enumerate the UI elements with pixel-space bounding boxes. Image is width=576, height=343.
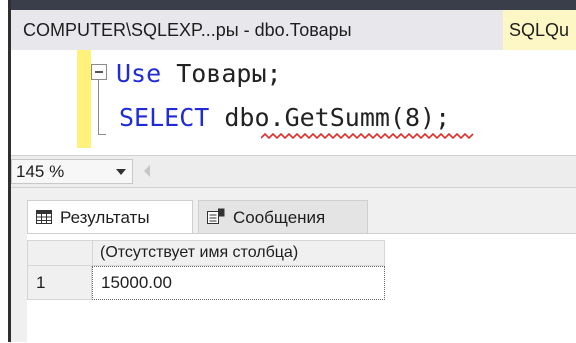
messages-icon xyxy=(207,202,225,235)
code-text: dbo.GetSumm(8); xyxy=(209,103,451,132)
tab-messages-label: Сообщения xyxy=(233,208,326,227)
zoom-value: 145 % xyxy=(16,162,65,181)
outline-guide xyxy=(98,80,99,134)
tab-results-label: Результаты xyxy=(60,208,150,227)
code-line-2: SELECT dbo.GetSumm(8); xyxy=(119,103,450,133)
tab-messages[interactable]: Сообщения xyxy=(198,200,368,233)
chevron-down-icon[interactable] xyxy=(116,169,126,175)
grid-icon xyxy=(36,202,52,235)
code-text: Товары; xyxy=(161,59,282,88)
change-tracking-margin xyxy=(77,50,91,148)
keyword-select: SELECT xyxy=(119,103,210,132)
collapse-icon[interactable] xyxy=(91,64,107,80)
zoom-bar: 145 % xyxy=(11,155,576,188)
code-line-1: Use Товары; xyxy=(116,59,282,89)
column-header[interactable]: (Отсутствует имя столбца) xyxy=(92,240,385,266)
results-pane: Результаты Сообщения (Отсутствует имя ст… xyxy=(11,188,576,343)
results-grid: (Отсутствует имя столбца) 1 15000.00 xyxy=(27,233,576,343)
grid-corner[interactable] xyxy=(27,240,92,266)
error-squiggle xyxy=(261,132,474,140)
result-cell[interactable]: 15000.00 xyxy=(92,266,385,300)
tab-sqlquery[interactable]: SQLQu xyxy=(503,10,576,50)
query-editor[interactable]: Use Товары; SELECT dbo.GetSumm(8); xyxy=(11,50,576,155)
keyword-use: Use xyxy=(116,59,162,88)
zoom-dropdown[interactable]: 145 % xyxy=(11,159,133,184)
tab-active-query[interactable]: COMPUTER\SQLEXP...ры - dbo.Товары xyxy=(11,10,503,50)
window-left-margin xyxy=(0,0,8,342)
row-number[interactable]: 1 xyxy=(27,266,92,300)
tab-results[interactable]: Результаты xyxy=(27,200,193,233)
scroll-left-icon[interactable] xyxy=(144,165,150,177)
outline-guide-end xyxy=(98,134,106,135)
